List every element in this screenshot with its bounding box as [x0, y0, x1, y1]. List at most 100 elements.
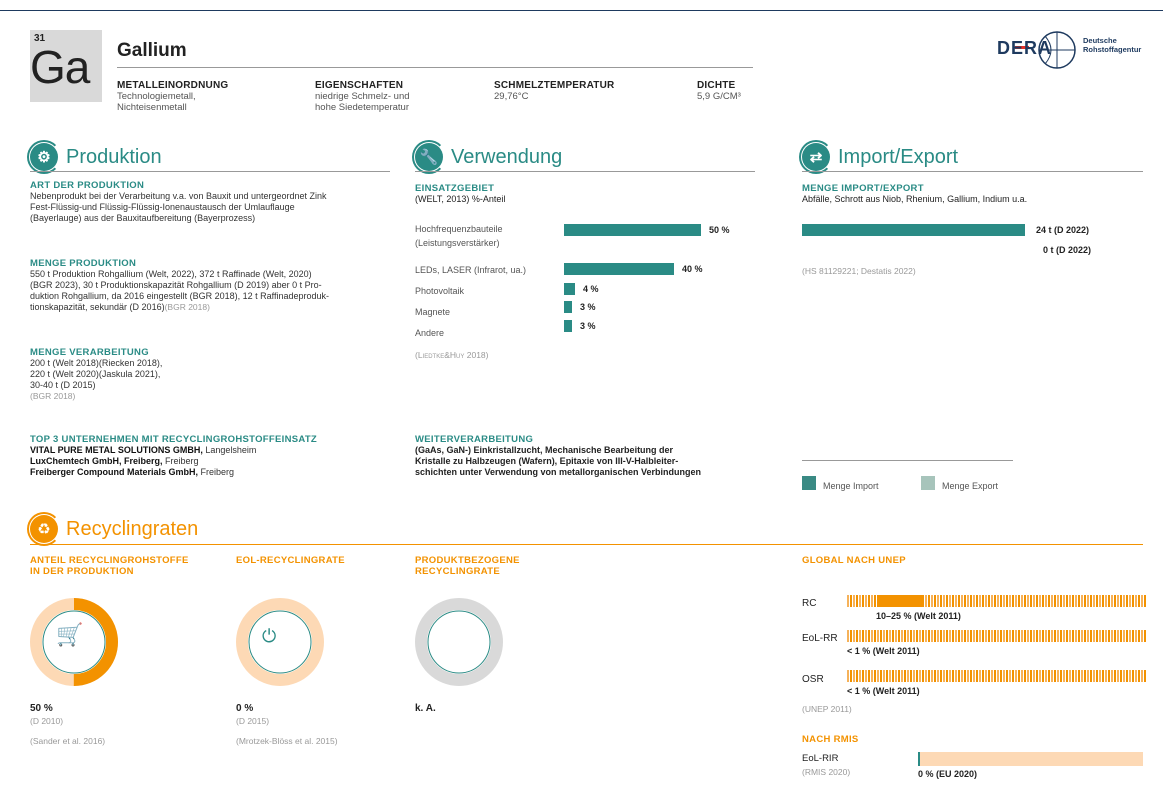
unep-tick: [958, 670, 960, 682]
unep-tick: [847, 670, 849, 682]
unep-tick: [859, 630, 861, 642]
unep-tick: [916, 670, 918, 682]
unep-tick: [859, 670, 861, 682]
unep-tick: [892, 630, 894, 642]
unep-tick: [1108, 670, 1110, 682]
unep-tick: [937, 670, 939, 682]
unep-tick: [1033, 630, 1035, 642]
unep-tick: [886, 670, 888, 682]
unep-tick: [862, 595, 864, 607]
unep-tick: [988, 630, 990, 642]
unep-tick: [1009, 595, 1011, 607]
import-export-rule: [802, 171, 1143, 172]
verwendung-title: Verwendung: [451, 146, 563, 168]
unep-tick: [1090, 630, 1092, 642]
unep-tick: [1012, 630, 1014, 642]
unep-tick: [1120, 670, 1122, 682]
unep-tick: [1009, 670, 1011, 682]
weiter-line: (GaAs, GaN-) Einkristallzucht, Mechanisc…: [415, 445, 674, 455]
bar-value: 4 %: [583, 284, 599, 294]
art-heading: ART DER PRODUKTION: [30, 180, 145, 191]
mine-cart-icon: 🛒: [56, 622, 84, 647]
unep-tick: [1009, 630, 1011, 642]
unep-tick: [961, 670, 963, 682]
unep-tick: [1135, 630, 1137, 642]
legend-swatch-import: [802, 476, 816, 490]
unep-tick: [940, 595, 942, 607]
legend-rule: [802, 460, 1013, 461]
unep-tick: [1138, 670, 1140, 682]
unep-tick: [964, 630, 966, 642]
unep-tick: [1102, 670, 1104, 682]
unep-tick: [868, 595, 870, 607]
unep-tick: [964, 595, 966, 607]
unep-tick: [925, 595, 927, 607]
unep-tick: [967, 630, 969, 642]
menge-source: (BGR 2018): [164, 302, 210, 312]
unep-tick: [997, 630, 999, 642]
col1-heading-line: IN DER PRODUKTION: [30, 566, 134, 577]
unep-tick: [1084, 670, 1086, 682]
unep-tick: [1117, 670, 1119, 682]
col1-heading-line: ANTEIL RECYCLINGROHSTOFFE: [30, 555, 189, 566]
unep-tick: [1069, 670, 1071, 682]
menge-line: tionskapazität, sekundär (D 2016)(BGR 20…: [30, 302, 400, 313]
unep-tick: [988, 595, 990, 607]
unep-tick: [943, 670, 945, 682]
unep-tick: [931, 670, 933, 682]
unep-tick: [973, 630, 975, 642]
property-heading: SCHMELZTEMPERATUR: [494, 80, 615, 91]
unep-tick: [1051, 595, 1053, 607]
import-value: 24 t (D 2022): [1036, 225, 1090, 235]
unep-tick: [1096, 630, 1098, 642]
unep-tick: [850, 595, 852, 607]
unep-tick: [922, 630, 924, 642]
unep-tick: [1087, 670, 1089, 682]
unep-tick: [1096, 595, 1098, 607]
unep-tick: [1027, 670, 1029, 682]
unep-tick: [1138, 595, 1140, 607]
einsatz-sub: (WELT, 2013) %-Anteil: [415, 194, 506, 204]
dera-logo-sub2: Rohstoffagentur: [1083, 45, 1142, 54]
unep-tick: [1114, 670, 1116, 682]
unep-tick: [1087, 595, 1089, 607]
unep-tick: [1006, 670, 1008, 682]
unep-tick: [1144, 670, 1146, 682]
unep-tick: [1051, 630, 1053, 642]
unep-tick: [1000, 630, 1002, 642]
company-place: Freiberg: [200, 467, 235, 477]
unep-tick: [1048, 630, 1050, 642]
unep-tick: [1078, 595, 1080, 607]
property-value: 5,9 G/CM³: [697, 91, 741, 102]
col2-source1: (D 2015): [236, 716, 270, 726]
unep-tick: [889, 630, 891, 642]
unep-tick: [874, 595, 876, 607]
unep-tick: [1123, 670, 1125, 682]
unep-tick: [1129, 595, 1131, 607]
unep-tick: [1126, 670, 1128, 682]
unep-tick: [970, 670, 972, 682]
unep-tick: [1093, 630, 1095, 642]
unep-tick: [1126, 595, 1128, 607]
unep-tick: [919, 630, 921, 642]
property-metalleinordnung: METALLEINORDNUNG Technologiemetall, Nich…: [117, 80, 228, 113]
company-place: Freiberg: [165, 456, 199, 466]
unep-tick: [1069, 595, 1071, 607]
verarbeitung-source: (BGR 2018): [30, 391, 76, 401]
unep-tick: [847, 595, 849, 607]
unep-bar-eol: [847, 630, 1146, 642]
unep-tick: [952, 670, 954, 682]
import-export-heading: MENGE IMPORT/EXPORT: [802, 183, 924, 194]
verarbeitung-line: 200 t (Welt 2018)(Riecken 2018),: [30, 358, 163, 368]
unep-tick: [1072, 630, 1074, 642]
unep-tick: [1045, 595, 1047, 607]
menge-line: duktion Rohgallium, da 2016 eingestellt …: [30, 291, 330, 301]
unep-tick: [1006, 595, 1008, 607]
unep-tick: [1066, 670, 1068, 682]
unep-tick: [931, 595, 933, 607]
company-name: VITAL PURE METAL SOLUTIONS GMBH,: [30, 445, 203, 455]
verarbeitung-line: 30-40 t (D 2015): [30, 380, 96, 390]
unep-tick: [1024, 595, 1026, 607]
recycling-title: Recyclingraten: [66, 518, 199, 540]
unep-tick: [1090, 595, 1092, 607]
